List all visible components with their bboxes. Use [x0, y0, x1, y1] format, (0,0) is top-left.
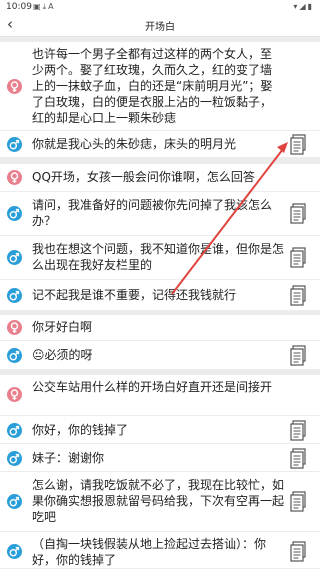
copy-button[interactable] [290, 541, 307, 562]
line-text: 我也在想这个问题，我不知道你是谁，但你是怎么出现在我好友栏里的 [32, 242, 285, 272]
copy-icon [290, 541, 306, 562]
conversation-card: 公交车站用什么样的开场白好直开还是间接开 你好，你的钱掉了 妹子：谢谢你 怎么谢… [0, 375, 320, 568]
line-text: 也许每一个男子全都有过这样的两个女人，至少两个。娶了红玫瑰，久而久之，红的变了墙… [32, 47, 273, 125]
conversation-line: 你就是我心头的朱砂痣，床头的明月光 [0, 130, 320, 158]
male-icon [7, 206, 22, 221]
conversation-line: 你牙好白啊 [0, 315, 320, 340]
conversation-card: QQ开场，女孩一般会问你谁啊，怎么回答 请问，我准备好的问题被你先问掉了我该怎么… [0, 164, 320, 310]
copy-icon [290, 491, 306, 512]
female-icon [7, 387, 22, 402]
copy-button[interactable] [290, 203, 307, 224]
male-icon [7, 137, 22, 152]
line-text: 怎么谢，请我吃饭就不必了，我现在比较忙，如果你确实想报恩就留号码给我，下次有空再… [32, 478, 285, 524]
line-text: 😐必须的呀 [32, 348, 93, 362]
page-title: 开场白 [145, 22, 175, 33]
conversation-line: 公交车站用什么样的开场白好直开还是间接开 [0, 375, 320, 415]
status-time: 10:09 [6, 2, 32, 12]
female-icon [7, 170, 22, 185]
copy-icon [290, 134, 306, 155]
line-text: 公交车站用什么样的开场白好直开还是间接开 [32, 380, 273, 394]
copy-icon [290, 247, 306, 268]
male-icon [7, 494, 22, 509]
copy-icon [290, 448, 306, 469]
battery-icon: ▮ [307, 2, 314, 11]
copy-button[interactable] [290, 345, 307, 366]
conversation-line: 怎么谢，请我吃饭就不必了，我现在比较忙，如果你确实想报恩就留号码给我，下次有空再… [0, 471, 320, 532]
conversation-line: QQ开场，女孩一般会问你谁啊，怎么回答 [0, 164, 320, 191]
copy-button[interactable] [290, 247, 307, 268]
conversation-line: （自掏一块钱假装从地上捡起过去搭讪）：你好，你的钱掉了 [0, 531, 320, 569]
copy-button[interactable] [290, 448, 307, 469]
female-icon [7, 79, 22, 94]
male-icon [7, 544, 22, 559]
header-bar: ‹ 开场白 [0, 14, 320, 37]
copy-icon [290, 285, 306, 306]
status-right-icons: ▾◢▮ [293, 2, 314, 11]
line-text: 请问，我准备好的问题被你先问掉了我该怎么办？ [32, 198, 273, 228]
conversation-line: 妹子：谢谢你 [0, 443, 320, 472]
copy-button[interactable] [290, 134, 307, 155]
conversation-line: 😐必须的呀 [0, 340, 320, 370]
line-text: 你牙好白啊 [32, 320, 93, 334]
line-text: （自掏一块钱假装从地上捡起过去搭讪）：你好，你的钱掉了 [32, 537, 267, 567]
line-text: 你就是我心头的朱砂痣，床头的明月光 [32, 137, 237, 151]
line-text: 妹子：谢谢你 [32, 451, 105, 465]
conversation-card: 你牙好白啊 😐必须的呀 [0, 315, 320, 369]
copy-icon [290, 420, 306, 441]
conversation-card: 也许每一个男子全都有过这样的两个女人，至少两个。娶了红玫瑰，久而久之，红的变了墙… [0, 42, 320, 157]
male-icon [7, 250, 22, 265]
conversation-line: 也许每一个男子全都有过这样的两个女人，至少两个。娶了红玫瑰，久而久之，红的变了墙… [0, 42, 320, 130]
line-text: 你好，你的钱掉了 [32, 423, 129, 437]
a-icon: A [48, 2, 56, 11]
copy-button[interactable] [290, 285, 307, 306]
copy-button[interactable] [290, 420, 307, 441]
line-text: 记不起我是谁不重要，记得还我钱就行 [32, 288, 237, 302]
status-left-icons: ▣⤓A [33, 2, 56, 12]
image-icon: ▣ [33, 2, 43, 11]
conversation-line: 记不起我是谁不重要，记得还我钱就行 [0, 279, 320, 311]
copy-icon [290, 345, 306, 366]
line-text: QQ开场，女孩一般会问你谁啊，怎么回答 [32, 170, 255, 184]
male-icon [7, 451, 22, 466]
copy-button[interactable] [290, 491, 307, 512]
conversation-line: 你好，你的钱掉了 [0, 415, 320, 444]
status-bar: 10:09 ▣⤓A ▾◢▮ [0, 0, 320, 14]
male-icon [7, 288, 22, 303]
copy-icon [290, 203, 306, 224]
male-icon [7, 348, 22, 363]
conversation-line: 我也在想这个问题，我不知道你是谁，但你是怎么出现在我好友栏里的 [0, 235, 320, 280]
male-icon [7, 423, 22, 438]
female-icon [7, 320, 22, 335]
conversation-line: 请问，我准备好的问题被你先问掉了我该怎么办？ [0, 191, 320, 236]
signal-icon: ◢ [299, 2, 308, 11]
